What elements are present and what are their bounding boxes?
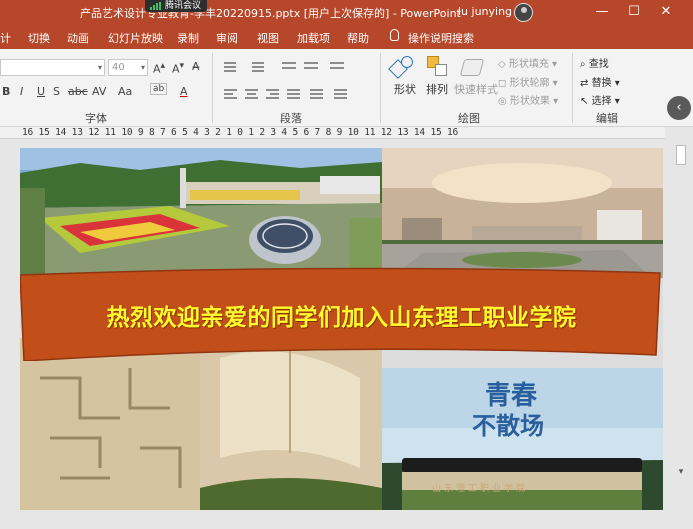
underline-button[interactable]: U	[37, 85, 45, 98]
replace-button[interactable]: ⇄ 替换 ▾	[580, 74, 620, 89]
arrange-icon[interactable]	[427, 56, 449, 78]
campus-sunset-photo	[382, 148, 663, 278]
tab-animations[interactable]: 动画	[67, 30, 89, 46]
user-name[interactable]: lu junying	[458, 5, 512, 18]
close-button[interactable]: ✕	[656, 3, 676, 21]
cursor-icon: ↖	[580, 96, 589, 107]
tab-help[interactable]: 帮助	[347, 30, 369, 46]
clear-format-icon[interactable]: A̶	[192, 60, 200, 73]
tab-review[interactable]: 审阅	[216, 30, 238, 46]
ribbon: ▾ 40 ▾ A▴ A▾ A̶ B I U S abc AV Aa ab A 字体…	[0, 49, 693, 127]
horizontal-ruler: 16 15 14 13 12 11 10 9 8 7 6 5 4 3 2 1 0…	[0, 127, 665, 139]
select-button[interactable]: ↖ 选择 ▾	[580, 92, 620, 107]
divider	[380, 53, 381, 123]
divider	[212, 53, 213, 123]
find-button[interactable]: ⌕ 查找	[580, 55, 609, 70]
lightbulb-icon	[390, 29, 399, 41]
group-label-paragraph: 段落	[280, 112, 302, 125]
font-name-combo[interactable]: ▾	[0, 59, 105, 76]
minimize-button[interactable]: —	[592, 3, 612, 21]
search-icon: ⌕	[580, 59, 586, 70]
maximize-button[interactable]: ☐	[624, 3, 644, 21]
replace-icon: ⇄	[580, 78, 589, 89]
group-label-drawing: 绘图	[458, 112, 480, 125]
strikethrough-button[interactable]: abc	[68, 85, 88, 98]
bold-button[interactable]: B	[2, 85, 10, 98]
shape-fill-label: 形状填充	[508, 59, 549, 70]
shrink-font-icon[interactable]: A▾	[172, 60, 184, 76]
quick-styles-icon[interactable]	[459, 56, 485, 78]
meeting-label: 腾讯会议	[165, 1, 202, 11]
scroll-down-icon[interactable]: ▾	[675, 467, 687, 479]
document-title: 产品艺术设计专业教育-李丰20220915.pptx [用户上次保存的] - P…	[80, 7, 461, 20]
avatar[interactable]	[514, 3, 533, 22]
signal-bars-icon	[150, 2, 162, 10]
poem-line-2: 不散场	[472, 411, 544, 440]
campus-plaza-photo	[20, 148, 382, 278]
find-label: 查找	[588, 59, 609, 70]
highlight-icon[interactable]: ab	[150, 83, 168, 95]
change-case-button[interactable]: Aa	[118, 85, 132, 98]
shape-fill-button[interactable]: ◇ 形状填充 ▾	[498, 55, 557, 70]
ribbon-tabs: 计 切换 动画 幻灯片放映 录制 审阅 视图 加载项 帮助 操作说明搜索	[0, 25, 693, 49]
font-color-button[interactable]: A	[180, 85, 188, 98]
tell-me-search[interactable]: 操作说明搜索	[408, 30, 474, 46]
shape-outline-label: 形状轮廓	[509, 78, 550, 89]
group-label-editing: 编辑	[596, 112, 618, 125]
stone-book-photo	[20, 338, 382, 510]
font-size-value: 40	[112, 62, 125, 73]
chevron-left-icon[interactable]: ‹	[667, 96, 691, 120]
replace-label: 替换	[591, 78, 612, 89]
quick-styles-button[interactable]: 快速样式	[454, 81, 498, 97]
shapes-button[interactable]: 形状	[394, 81, 416, 97]
scroll-thumb[interactable]	[676, 145, 686, 165]
arrange-button[interactable]: 排列	[426, 81, 448, 97]
welcome-banner-text: 热烈欢迎亲爱的同学们加入山东理工职业学院	[106, 304, 577, 331]
select-label: 选择	[591, 96, 612, 107]
group-label-font: 字体	[85, 112, 107, 125]
tab-addins[interactable]: 加载项	[297, 30, 330, 46]
italic-button[interactable]: I	[20, 85, 23, 98]
tab-slideshow[interactable]: 幻灯片放映	[108, 30, 163, 46]
tab-design[interactable]: 计	[0, 30, 11, 46]
ruler-scale: 16 15 14 13 12 11 10 9 8 7 6 5 4 3 2 1 0…	[22, 127, 459, 138]
gate-inscription: 山东理工职业学院	[432, 484, 529, 494]
font-size-combo[interactable]: 40 ▾	[108, 59, 148, 76]
title-bar: 产品艺术设计专业教育-李丰20220915.pptx [用户上次保存的] - P…	[0, 0, 693, 25]
shape-effects-label: 形状效果	[509, 96, 550, 107]
tab-view[interactable]: 视图	[257, 30, 279, 46]
meeting-indicator[interactable]: 腾讯会议	[145, 0, 208, 12]
shapes-icon[interactable]	[388, 56, 415, 79]
shape-effects-button[interactable]: ◎ 形状效果 ▾	[498, 92, 558, 107]
vertical-scrollbar[interactable]: ▾	[670, 139, 693, 529]
tab-transitions[interactable]: 切换	[28, 30, 50, 46]
char-spacing-button[interactable]: AV	[92, 85, 106, 98]
divider	[572, 53, 573, 123]
shadow-button[interactable]: S	[53, 85, 60, 98]
grow-font-icon[interactable]: A▴	[153, 60, 165, 76]
shape-outline-button[interactable]: ◻ 形状轮廓 ▾	[498, 74, 558, 89]
tab-record[interactable]: 录制	[177, 30, 199, 46]
